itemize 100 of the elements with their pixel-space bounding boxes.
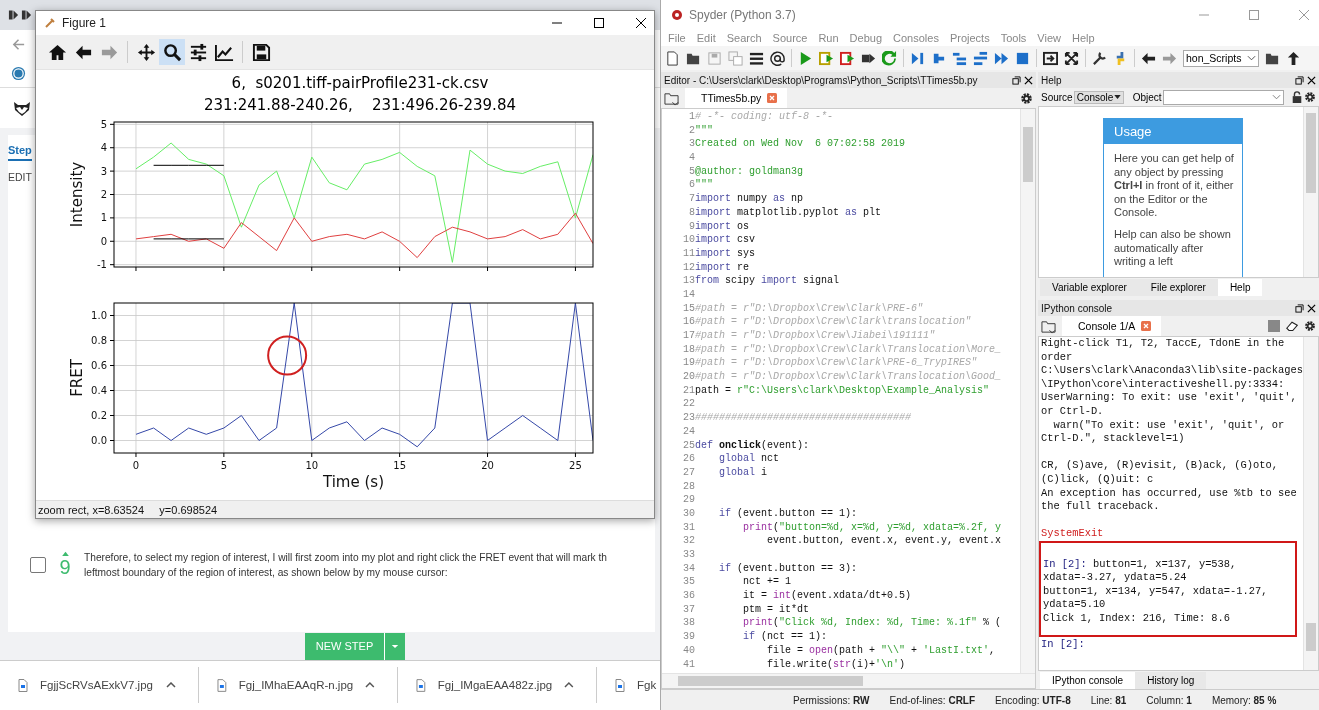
scrollbar[interactable]: [1020, 109, 1035, 673]
eraser-icon[interactable]: [1286, 320, 1298, 332]
browse-tabs-icon[interactable]: [664, 90, 679, 106]
settings-icon[interactable]: [1304, 91, 1316, 103]
tick-label: 1: [100, 212, 107, 224]
status-item: Permissions: RW: [793, 694, 870, 706]
new-file-icon[interactable]: [665, 50, 680, 66]
debug-icon[interactable]: [910, 50, 925, 66]
close-icon[interactable]: [636, 18, 646, 28]
download-item[interactable]: Fgj_IMhaEAAqR-n.jpg: [238, 679, 354, 692]
step-tab[interactable]: Step: [8, 140, 32, 161]
line-number: 10: [682, 233, 695, 247]
close-tab-icon[interactable]: [767, 93, 778, 103]
menu-item[interactable]: Search: [726, 32, 762, 44]
back-arrow-icon[interactable]: [1141, 50, 1156, 66]
step-into-icon[interactable]: [952, 50, 967, 66]
browse-tabs-icon[interactable]: [1041, 318, 1056, 334]
pane-tab[interactable]: Variable explorer: [1040, 279, 1139, 296]
menu-item[interactable]: Source: [772, 32, 808, 44]
line-number: 5: [688, 164, 695, 179]
close-tab-icon[interactable]: [1141, 321, 1152, 331]
axis-label: Time (s): [323, 473, 384, 491]
code-line: #path = r"D:\Dropbox\Crew\Clark\Translocation\Good_: [695, 370, 1002, 384]
run-cell-advance-icon[interactable]: [840, 50, 855, 66]
object-field[interactable]: [1162, 89, 1284, 105]
up-arrow-icon[interactable]: [1286, 50, 1301, 66]
settings-icon[interactable]: [1020, 91, 1033, 105]
tick-label: 1.0: [91, 310, 107, 321]
line-number: 12: [682, 260, 695, 275]
code-line: file = open(path + "\\" + 'LastI.txt',: [766, 643, 996, 658]
forward-arrow-icon[interactable]: [1162, 50, 1177, 66]
undock-icon[interactable]: [1295, 303, 1304, 313]
close-icon[interactable]: [1024, 75, 1033, 85]
download-item[interactable]: Fgj_IMgaEAA482z.jpg: [437, 679, 553, 692]
console-tab[interactable]: Console 1/A: [1062, 316, 1162, 336]
fullscreen-icon[interactable]: [1064, 50, 1079, 66]
code-line: #path = r"D:\Dropbox\Crew\Clark\PRE-6": [695, 301, 924, 316]
menu-item[interactable]: Edit: [696, 32, 716, 44]
line-number: 38: [682, 616, 695, 631]
pane-tab[interactable]: IPython console: [1040, 672, 1136, 689]
site-logo-icon[interactable]: [11, 65, 26, 81]
tick-label: 3: [100, 165, 107, 177]
pane-tab[interactable]: History log: [1135, 672, 1207, 689]
step-number: 9: [59, 556, 71, 579]
editor-tab[interactable]: TTimes5b.py: [685, 88, 788, 108]
menu-item[interactable]: Projects: [949, 32, 990, 44]
code-line: print("Click %d, Index: %d, Time: %.1f" % (: [742, 616, 1002, 631]
file-icon: [217, 678, 227, 692]
continue-icon[interactable]: [994, 50, 1009, 66]
console-line: Click 1, Index: 216, Time: 8.6: [1043, 611, 1232, 626]
run-cell-icon[interactable]: [819, 50, 834, 66]
undock-icon[interactable]: [1295, 75, 1304, 85]
settings-icon[interactable]: [1304, 320, 1316, 332]
close-icon[interactable]: [1307, 75, 1316, 85]
chevron-up-icon[interactable]: [564, 682, 574, 689]
back-icon[interactable]: [11, 37, 26, 52]
lock-icon[interactable]: [1291, 91, 1303, 103]
run-icon[interactable]: [798, 50, 813, 66]
at-sign-icon[interactable]: [770, 50, 785, 66]
caret-icon: [1247, 55, 1256, 61]
scrollbar[interactable]: [1303, 107, 1318, 277]
list-icon[interactable]: [749, 50, 764, 66]
maximize-icon[interactable]: [594, 18, 604, 28]
download-item[interactable]: Fgk: [637, 679, 657, 692]
code-line: ptm = it*dt: [742, 602, 810, 617]
tab-icon[interactable]: [8, 8, 19, 21]
menu-item[interactable]: Run: [818, 32, 839, 44]
line-number: 14: [682, 287, 695, 302]
console-prompt: In [2]:: [1041, 638, 1086, 653]
working-directory-combo[interactable]: hon_Scripts: [1183, 49, 1259, 67]
scrollbar[interactable]: [662, 673, 1035, 688]
scrollbar[interactable]: [1303, 337, 1318, 670]
tick-label: 0.2: [91, 410, 107, 421]
line-number: 26: [682, 452, 695, 466]
menu-item[interactable]: Debug: [849, 32, 883, 44]
code-line: import os: [695, 219, 750, 234]
step-out-icon[interactable]: [973, 50, 988, 66]
wrench-icon[interactable]: [1092, 50, 1107, 66]
menu-item[interactable]: Tools: [1000, 32, 1027, 44]
chevron-up-icon[interactable]: [365, 682, 375, 689]
rerun-icon[interactable]: [882, 50, 897, 66]
tab-icon[interactable]: [21, 8, 32, 21]
tick-label: 4: [100, 142, 107, 154]
stop-icon[interactable]: [1015, 50, 1030, 66]
menu-item[interactable]: View: [1037, 32, 1061, 44]
line-chart-icon: [214, 42, 234, 62]
download-item[interactable]: FgjjScRVsAExkV7.jpg: [40, 679, 153, 692]
source-dropdown[interactable]: Console: [1073, 90, 1124, 104]
step-checkbox[interactable]: [30, 556, 46, 573]
chevron-up-icon[interactable]: [166, 682, 176, 689]
maximize-pane-icon[interactable]: [1043, 50, 1058, 66]
menu-item[interactable]: File: [668, 32, 686, 44]
pane-tab[interactable]: File explorer: [1138, 279, 1218, 296]
menu-item[interactable]: Help: [1072, 32, 1095, 44]
undock-icon[interactable]: [1012, 75, 1021, 85]
close-icon[interactable]: [1307, 303, 1316, 313]
pane-tab[interactable]: Help: [1217, 279, 1263, 296]
zoom-button[interactable]: [159, 39, 185, 65]
menu-item[interactable]: Consoles: [893, 32, 939, 44]
file-icon: [416, 678, 426, 692]
